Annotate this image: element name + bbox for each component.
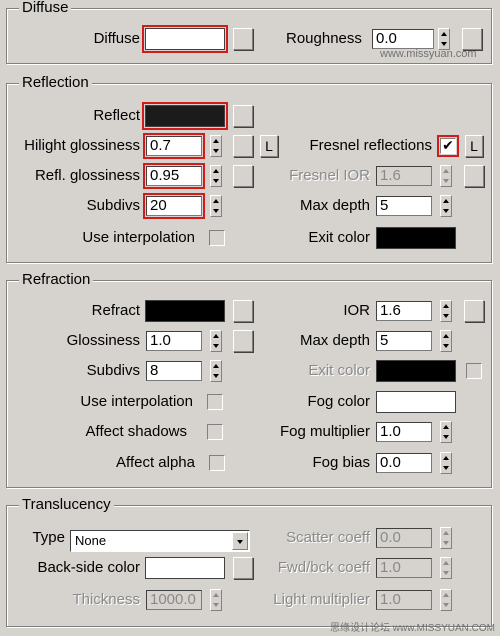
- refr-max-depth-label: Max depth: [299, 332, 370, 349]
- chevron-down-icon[interactable]: [232, 532, 248, 550]
- diffuse-group-title: Diffuse: [19, 0, 72, 17]
- fresnel-ior-spinner[interactable]: [440, 165, 452, 187]
- refraction-group-title: Refraction: [19, 271, 94, 289]
- refr-exit-color-label: Exit color: [308, 362, 370, 379]
- ior-field[interactable]: 1.6: [376, 301, 432, 321]
- ior-spinner[interactable]: [440, 300, 452, 322]
- translucency-type-value: None: [75, 533, 107, 548]
- refr-subdivs-field[interactable]: 8: [146, 361, 202, 381]
- fog-color-label: Fog color: [307, 393, 370, 410]
- refl-max-depth-label: Max depth: [299, 197, 370, 214]
- affect-alpha-label: Affect alpha: [116, 454, 195, 471]
- reflection-group-title: Reflection: [19, 74, 92, 92]
- light-multiplier-spinner[interactable]: [440, 589, 452, 611]
- back-side-color-label: Back-side color: [37, 559, 140, 576]
- fwd-bck-coeff-label: Fwd/bck coeff: [277, 559, 370, 576]
- refr-max-depth-field[interactable]: 5: [376, 331, 432, 351]
- refr-glossiness-field[interactable]: 1.0: [146, 331, 202, 351]
- translucency-type-label: Type: [32, 529, 65, 546]
- hilight-glossiness-field[interactable]: 0.7: [143, 133, 205, 159]
- light-multiplier-label: Light multiplier: [273, 591, 370, 608]
- translucency-type-dropdown[interactable]: None: [70, 530, 250, 552]
- affect-shadows-checkbox[interactable]: [207, 424, 223, 440]
- fog-multiplier-label: Fog multiplier: [279, 423, 370, 440]
- reflect-label: Reflect: [93, 107, 140, 124]
- refract-map-button[interactable]: [233, 300, 253, 322]
- hilight-glossiness-map-button[interactable]: [233, 135, 253, 157]
- fog-multiplier-field[interactable]: 1.0: [376, 422, 432, 442]
- fresnel-ior-label: Fresnel IOR: [289, 167, 370, 184]
- refl-subdivs-spinner[interactable]: [210, 195, 222, 217]
- refr-glossiness-label: Glossiness: [66, 332, 140, 349]
- back-side-color-swatch[interactable]: [145, 557, 225, 579]
- affect-shadows-label: Affect shadows: [85, 423, 187, 440]
- watermark-top: www.missyuan.com: [380, 48, 477, 60]
- refl-use-interpolation-checkbox[interactable]: [209, 230, 225, 246]
- refl-exit-color-swatch[interactable]: [376, 227, 456, 249]
- reflect-color-swatch[interactable]: [142, 102, 228, 130]
- hilight-glossiness-label: Hilight glossiness: [24, 137, 140, 154]
- thickness-field[interactable]: 1000.0: [146, 590, 202, 610]
- refr-exit-color-checkbox[interactable]: [466, 363, 482, 379]
- refr-use-interpolation-checkbox[interactable]: [207, 394, 223, 410]
- watermark-bottom: 思缘设计论坛 www.MISSYUAN.COM: [330, 623, 496, 634]
- fog-bias-label: Fog bias: [312, 454, 370, 471]
- fwd-bck-coeff-field[interactable]: 1.0: [376, 558, 432, 578]
- roughness-field[interactable]: 0.0: [372, 29, 434, 49]
- refr-max-depth-spinner[interactable]: [440, 330, 452, 352]
- refl-max-depth-spinner[interactable]: [440, 195, 452, 217]
- fog-multiplier-spinner[interactable]: [440, 421, 452, 443]
- roughness-map-button[interactable]: [462, 28, 482, 50]
- roughness-label: Roughness: [286, 30, 362, 47]
- fresnel-ior-field[interactable]: 1.6: [376, 166, 432, 186]
- refl-glossiness-field[interactable]: 0.95: [143, 163, 205, 189]
- refract-color-swatch[interactable]: [145, 300, 225, 322]
- refract-label: Refract: [91, 302, 140, 319]
- fwd-bck-coeff-spinner[interactable]: [440, 557, 452, 579]
- fog-bias-spinner[interactable]: [440, 452, 452, 474]
- fresnel-reflections-checkbox[interactable]: ✔: [437, 135, 459, 157]
- diffuse-map-button[interactable]: [233, 28, 253, 50]
- affect-alpha-checkbox[interactable]: [209, 455, 225, 471]
- refl-glossiness-map-button[interactable]: [233, 165, 253, 187]
- refl-use-interpolation-label: Use interpolation: [82, 229, 195, 246]
- fresnel-ior-map-button[interactable]: [464, 165, 484, 187]
- scatter-coeff-field[interactable]: 0.0: [376, 528, 432, 548]
- refr-use-interpolation-label: Use interpolation: [80, 393, 193, 410]
- thickness-label: Thickness: [72, 591, 140, 608]
- refl-max-depth-field[interactable]: 5: [376, 196, 432, 216]
- fresnel-lock-button[interactable]: L: [465, 135, 483, 157]
- refl-subdivs-field[interactable]: 20: [143, 193, 205, 219]
- thickness-spinner[interactable]: [210, 589, 222, 611]
- scatter-coeff-label: Scatter coeff: [286, 529, 370, 546]
- ior-label: IOR: [343, 302, 370, 319]
- translucency-group-title: Translucency: [19, 496, 114, 514]
- diffuse-label: Diffuse: [93, 30, 140, 47]
- refr-glossiness-spinner[interactable]: [210, 330, 222, 352]
- refr-exit-color-swatch[interactable]: [376, 360, 456, 382]
- hilight-lock-button[interactable]: L: [260, 135, 278, 157]
- fog-bias-field[interactable]: 0.0: [376, 453, 432, 473]
- refr-subdivs-spinner[interactable]: [210, 360, 222, 382]
- fresnel-reflections-label: Fresnel reflections: [309, 137, 432, 154]
- refl-glossiness-label: Refl. glossiness: [34, 167, 140, 184]
- light-multiplier-field[interactable]: 1.0: [376, 590, 432, 610]
- fog-color-swatch[interactable]: [376, 391, 456, 413]
- ior-map-button[interactable]: [464, 300, 484, 322]
- roughness-spinner[interactable]: [438, 28, 450, 50]
- refr-subdivs-label: Subdivs: [86, 362, 140, 379]
- reflect-map-button[interactable]: [233, 105, 253, 127]
- hilight-glossiness-spinner[interactable]: [210, 135, 222, 157]
- refl-subdivs-label: Subdivs: [86, 197, 140, 214]
- refl-exit-color-label: Exit color: [308, 229, 370, 246]
- refl-glossiness-spinner[interactable]: [210, 165, 222, 187]
- refr-glossiness-map-button[interactable]: [233, 330, 253, 352]
- diffuse-color-swatch[interactable]: [142, 25, 228, 53]
- scatter-coeff-spinner[interactable]: [440, 527, 452, 549]
- back-side-color-map-button[interactable]: [233, 557, 253, 579]
